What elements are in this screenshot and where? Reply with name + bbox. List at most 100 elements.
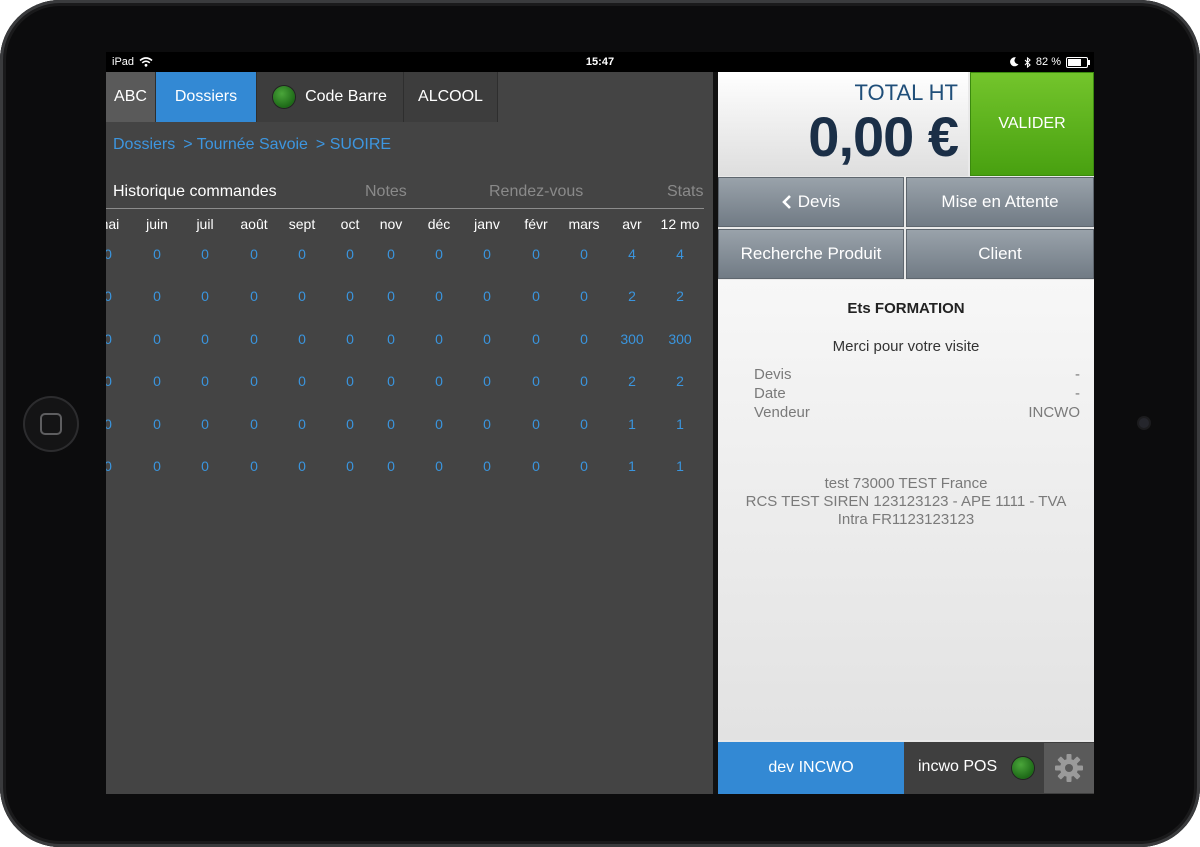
history-value[interactable]: 300 — [608, 331, 656, 347]
history-value[interactable]: 0 — [512, 458, 560, 474]
history-value[interactable]: 0 — [512, 288, 560, 304]
history-value[interactable]: 2 — [608, 373, 656, 389]
breadcrumb-tournee[interactable]: > Tournée Savoie — [183, 136, 308, 154]
history-value[interactable]: 0 — [415, 331, 463, 347]
history-value[interactable]: 0 — [106, 416, 132, 432]
month-header: janv — [474, 216, 500, 232]
history-value[interactable]: 1 — [656, 458, 704, 474]
receipt-field-value: INCWO — [1028, 404, 1080, 421]
history-value[interactable]: 0 — [367, 416, 415, 432]
history-value[interactable]: 0 — [278, 246, 326, 262]
history-value[interactable]: 0 — [367, 331, 415, 347]
history-value[interactable]: 2 — [608, 288, 656, 304]
history-value[interactable]: 0 — [181, 458, 229, 474]
history-value[interactable]: 0 — [106, 458, 132, 474]
history-value[interactable]: 0 — [133, 373, 181, 389]
history-value[interactable]: 1 — [656, 416, 704, 432]
history-value[interactable]: 0 — [463, 458, 511, 474]
history-value[interactable]: 0 — [230, 246, 278, 262]
history-value[interactable]: 0 — [106, 373, 132, 389]
history-value[interactable]: 0 — [278, 416, 326, 432]
history-value[interactable]: 0 — [463, 288, 511, 304]
history-value[interactable]: 0 — [181, 416, 229, 432]
month-header: avr — [622, 216, 642, 232]
home-button[interactable] — [23, 396, 79, 452]
pos-status-icon — [1012, 757, 1034, 779]
history-value[interactable]: 4 — [608, 246, 656, 262]
history-value[interactable]: 0 — [560, 331, 608, 347]
history-value[interactable]: 0 — [463, 246, 511, 262]
history-value[interactable]: 0 — [230, 373, 278, 389]
recherche-produit-button[interactable]: Recherche Produit — [718, 229, 904, 279]
history-value[interactable]: 0 — [181, 373, 229, 389]
history-value[interactable]: 0 — [106, 288, 132, 304]
history-value[interactable]: 0 — [133, 246, 181, 262]
history-value[interactable]: 0 — [106, 331, 132, 347]
month-header: déc — [427, 216, 451, 232]
history-value[interactable]: 2 — [656, 288, 704, 304]
history-value[interactable]: 0 — [367, 458, 415, 474]
history-value[interactable]: 0 — [278, 458, 326, 474]
settings-button[interactable] — [1044, 743, 1094, 793]
history-value[interactable]: 0 — [415, 246, 463, 262]
history-value[interactable]: 1 — [608, 458, 656, 474]
history-value[interactable]: 0 — [133, 458, 181, 474]
breadcrumb-dossiers[interactable]: Dossiers — [113, 136, 175, 154]
history-value[interactable]: 0 — [463, 373, 511, 389]
history-value[interactable]: 0 — [181, 246, 229, 262]
history-value[interactable]: 0 — [106, 246, 132, 262]
history-value[interactable]: 0 — [367, 288, 415, 304]
history-value[interactable]: 0 — [367, 246, 415, 262]
history-value[interactable]: 300 — [656, 331, 704, 347]
history-value[interactable]: 0 — [278, 288, 326, 304]
history-value[interactable]: 0 — [512, 331, 560, 347]
history-value[interactable]: 4 — [656, 246, 704, 262]
receipt-field-label: Devis — [754, 366, 792, 383]
history-value[interactable]: 0 — [560, 416, 608, 432]
history-value[interactable]: 0 — [181, 331, 229, 347]
history-value[interactable]: 0 — [560, 458, 608, 474]
history-value[interactable]: 0 — [560, 373, 608, 389]
history-value[interactable]: 0 — [512, 416, 560, 432]
home-square-icon — [40, 413, 62, 435]
history-value[interactable]: 0 — [463, 416, 511, 432]
subtab-stats[interactable]: Stats — [667, 183, 703, 201]
tab-code-barre[interactable]: Code Barre — [257, 72, 404, 122]
mise-en-attente-button[interactable]: Mise en Attente — [906, 177, 1094, 227]
history-value[interactable]: 0 — [512, 246, 560, 262]
breadcrumb-client[interactable]: > SUOIRE — [316, 136, 391, 154]
history-value[interactable]: 0 — [230, 416, 278, 432]
total-box: TOTAL HT 0,00 € — [718, 72, 968, 176]
devis-button[interactable]: Devis — [718, 177, 904, 227]
tab-alcool[interactable]: ALCOOL — [404, 72, 498, 122]
total-value: 0,00 € — [808, 105, 959, 168]
tab-abc[interactable]: ABC — [106, 72, 156, 122]
history-value[interactable]: 0 — [415, 373, 463, 389]
subtab-rendez-vous[interactable]: Rendez-vous — [489, 183, 583, 201]
history-value[interactable]: 0 — [230, 331, 278, 347]
history-value[interactable]: 0 — [278, 331, 326, 347]
client-button[interactable]: Client — [906, 229, 1094, 279]
history-value[interactable]: 0 — [512, 373, 560, 389]
history-value[interactable]: 0 — [560, 246, 608, 262]
history-value[interactable]: 0 — [181, 288, 229, 304]
history-value[interactable]: 0 — [230, 288, 278, 304]
history-value[interactable]: 0 — [560, 288, 608, 304]
history-value[interactable]: 0 — [230, 458, 278, 474]
history-value[interactable]: 0 — [415, 288, 463, 304]
history-value[interactable]: 0 — [278, 373, 326, 389]
subtab-historique[interactable]: Historique commandes — [113, 183, 277, 201]
history-value[interactable]: 1 — [608, 416, 656, 432]
history-value[interactable]: 0 — [415, 416, 463, 432]
history-value[interactable]: 2 — [656, 373, 704, 389]
tab-dossiers[interactable]: Dossiers — [156, 72, 257, 122]
history-value[interactable]: 0 — [133, 416, 181, 432]
history-value[interactable]: 0 — [367, 373, 415, 389]
history-value[interactable]: 0 — [133, 288, 181, 304]
subtab-notes[interactable]: Notes — [365, 183, 407, 201]
valider-button[interactable]: VALIDER — [970, 72, 1094, 176]
history-value[interactable]: 0 — [133, 331, 181, 347]
history-value[interactable]: 0 — [415, 458, 463, 474]
user-button[interactable]: dev INCWO — [718, 742, 904, 794]
history-value[interactable]: 0 — [463, 331, 511, 347]
